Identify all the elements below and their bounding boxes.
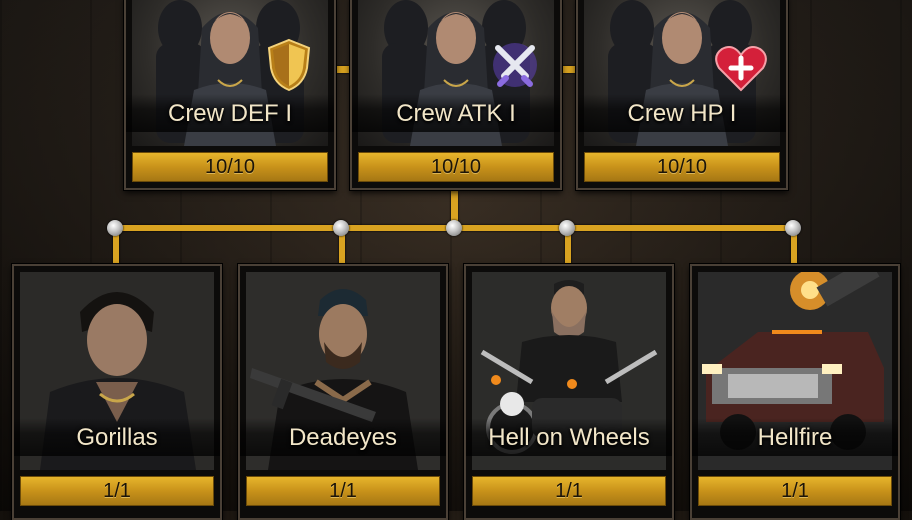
shield-badge-icon: [267, 38, 311, 92]
connector-node-3: [446, 220, 462, 236]
crossed-swords-badge-icon: [493, 43, 537, 87]
unit-name: Deadeyes: [240, 418, 446, 456]
skill-name: Crew HP I: [578, 94, 786, 132]
unit-name: Hell on Wheels: [466, 418, 672, 456]
skill-name: Crew ATK I: [352, 94, 560, 132]
unit-name: Gorillas: [14, 418, 220, 456]
skill-card-crew-hp[interactable]: Crew HP I 10/10: [576, 0, 788, 190]
connector-node-4: [559, 220, 575, 236]
unit-card-hellfire[interactable]: Hellfire 1/1: [690, 264, 900, 520]
unit-card-deadeyes[interactable]: Deadeyes 1/1: [238, 264, 448, 520]
unit-card-gorillas[interactable]: Gorillas 1/1: [12, 264, 222, 520]
unit-progress-bar: 1/1: [472, 476, 666, 506]
skill-card-crew-def[interactable]: Crew DEF I 10/10: [124, 0, 336, 190]
unit-progress-bar: 1/1: [20, 476, 214, 506]
connector-node-2: [333, 220, 349, 236]
skill-progress-bar: 10/10: [584, 152, 780, 182]
skill-progress-bar: 10/10: [132, 152, 328, 182]
unit-card-hell-on-wheels[interactable]: Hell on Wheels 1/1: [464, 264, 674, 520]
connector-node-5: [785, 220, 801, 236]
skill-progress-bar: 10/10: [358, 152, 554, 182]
unit-progress-bar: 1/1: [698, 476, 892, 506]
unit-progress-bar: 1/1: [246, 476, 440, 506]
unit-name: Hellfire: [692, 418, 898, 456]
connector-node-1: [107, 220, 123, 236]
skill-card-crew-atk[interactable]: Crew ATK I 10/10: [350, 0, 562, 190]
skill-name: Crew DEF I: [126, 94, 334, 132]
heart-plus-badge-icon: [715, 46, 767, 92]
